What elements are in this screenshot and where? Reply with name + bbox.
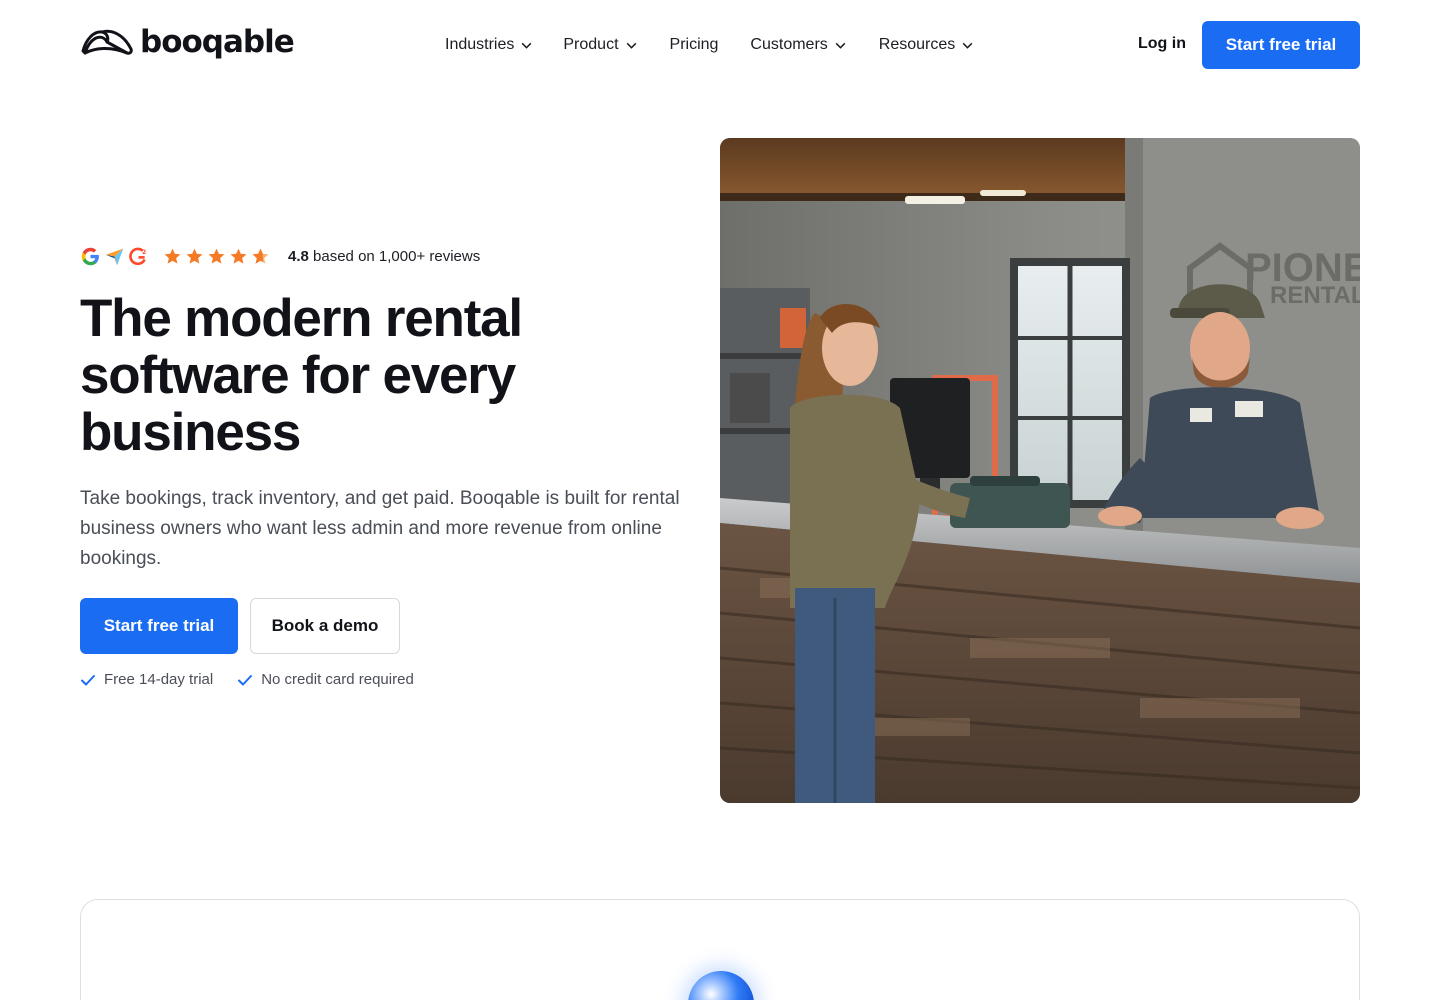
login-link[interactable]: Log in (1138, 35, 1186, 53)
star-half-icon (252, 248, 269, 264)
rating-label: based on 1,000+ reviews (313, 247, 481, 265)
review-rating: 2 4.8 based on 1,000+ reviews (80, 244, 480, 268)
nav-item-industries[interactable]: Industries (445, 33, 533, 57)
star-rating (163, 247, 270, 266)
review-source-logos: 2 (80, 246, 149, 267)
benefit-label: No credit card required (261, 671, 414, 688)
star-icon (230, 248, 247, 264)
brand-logo[interactable]: booqable (80, 24, 295, 60)
brand-name: booqable (140, 24, 295, 60)
main-nav: Industries Product Pricing Customers Res… (445, 33, 974, 57)
svg-text:2: 2 (142, 248, 146, 255)
nav-label: Product (563, 36, 619, 53)
site-header: booqable Industries Product Pricing Cust… (0, 0, 1440, 90)
nav-item-resources[interactable]: Resources (879, 33, 974, 57)
hero-title: The modern rental software for every bus… (80, 289, 523, 462)
g2-icon: 2 (129, 247, 146, 265)
chevron-down-icon (522, 42, 532, 49)
checkmark-icon (81, 674, 95, 685)
nav-item-pricing[interactable]: Pricing (670, 33, 719, 57)
nav-item-product[interactable]: Product (563, 33, 637, 57)
nav-label: Pricing (669, 36, 719, 53)
booqable-logo-icon (81, 29, 133, 55)
benefit-item: Free 14-day trial (80, 671, 213, 688)
header-start-trial-button[interactable]: Start free trial (1202, 21, 1360, 69)
glowing-orb-icon (688, 971, 754, 1000)
nav-label: Resources (878, 36, 956, 53)
trial-benefits: Free 14-day trial No credit card require… (80, 671, 438, 688)
rental-counter-illustration: PIONEE RENTALS (720, 138, 1360, 803)
google-icon (81, 247, 99, 265)
benefit-label: Free 14-day trial (104, 671, 214, 688)
nav-label: Industries (445, 36, 515, 53)
capterra-icon (105, 248, 124, 265)
book-demo-button[interactable]: Book a demo (250, 598, 400, 654)
chevron-down-icon (626, 42, 636, 49)
sign-line-2: RENTALS (1270, 282, 1360, 309)
star-icon (164, 248, 181, 264)
nav-item-customers[interactable]: Customers (750, 33, 846, 57)
chevron-down-icon (962, 42, 973, 49)
hero-photo-rental-counter: PIONEE RENTALS (720, 138, 1360, 803)
hero-subtitle: Take bookings, track inventory, and get … (80, 488, 680, 569)
checkmark-icon (238, 674, 253, 685)
nav-label: Customers (750, 36, 828, 53)
chevron-down-icon (835, 42, 846, 49)
star-icon (208, 248, 225, 264)
rating-summary: 4.8 based on 1,000+ reviews (288, 248, 480, 265)
feature-card (80, 899, 1360, 1000)
benefit-item: No credit card required (237, 671, 414, 688)
star-icon (186, 248, 203, 264)
start-free-trial-button[interactable]: Start free trial (80, 598, 238, 654)
rating-score: 4.8 (288, 247, 309, 265)
